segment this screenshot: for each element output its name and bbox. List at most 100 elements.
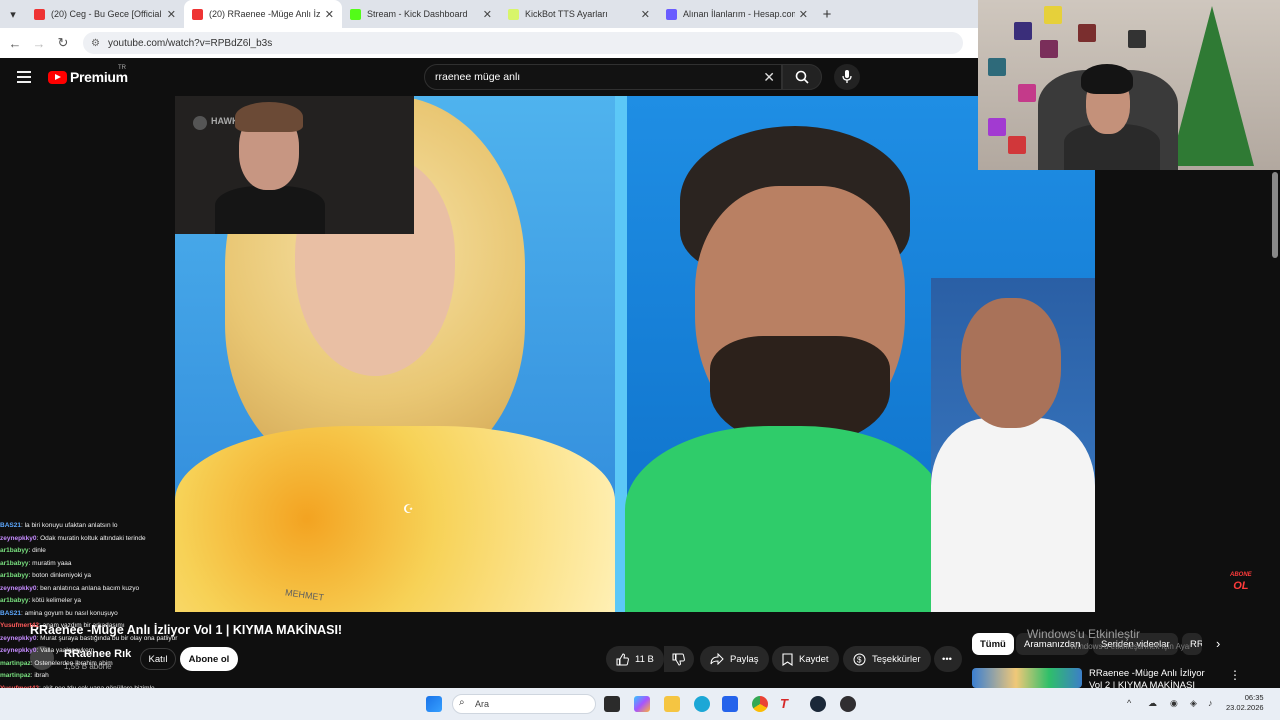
back-arrow-icon[interactable]: ← (3, 36, 27, 51)
tab-close-icon[interactable]: ✕ (483, 8, 492, 21)
chat-username: Yusufmert42 (0, 622, 40, 629)
tab-close-icon[interactable]: ✕ (325, 8, 334, 21)
url-field[interactable]: ⚙ youtube.com/watch?v=RPBdZ6l_b3s (83, 32, 963, 54)
obs-icon[interactable] (840, 696, 856, 712)
recommended-thumbnail[interactable] (972, 668, 1082, 688)
tray-chevron-icon[interactable]: ^ (1127, 698, 1131, 708)
like-button[interactable]: 11 B (606, 646, 664, 672)
tray-volume-icon[interactable]: ♪ (1208, 698, 1213, 708)
chat-username: zeynepkky0 (0, 534, 37, 542)
menu-icon[interactable] (17, 71, 31, 83)
chat-message: martinpaz: Ostenelerden Ibrahim abim (0, 658, 180, 671)
browser-tab[interactable]: Stream - Kick Dashboard ✕ (342, 0, 500, 28)
more-actions-button[interactable]: ••• (934, 646, 962, 672)
streamer-webcam-overlay: HAWK (175, 96, 414, 234)
chat-message: BAS21: amina goyum bu nasıl konuşuyo (0, 608, 180, 621)
thumbs-down-icon (672, 653, 685, 666)
chat-message: BAS21: la biri konuyu ufaktan anlatsın l… (0, 520, 180, 533)
forward-arrow-icon[interactable]: → (27, 36, 51, 51)
tab-close-icon[interactable]: ✕ (641, 8, 650, 21)
tab-title: (20) Ceg - Bu Gece [Official Vid (51, 9, 163, 19)
taskbar-search[interactable]: Ara (452, 694, 596, 714)
chips-next-icon[interactable]: › (1216, 636, 1220, 651)
chat-message: zeynepkky0: Odak muratin koltuk altındak… (0, 533, 180, 546)
search-input[interactable]: rraenee müge anlı ✕ (424, 64, 782, 90)
steam-icon[interactable] (810, 696, 826, 712)
dislike-button[interactable] (664, 646, 694, 672)
share-icon (710, 653, 724, 665)
tray-network-icon[interactable]: ◉ (1170, 698, 1178, 709)
search-icon (795, 70, 809, 84)
voice-search-button[interactable] (834, 64, 860, 90)
woman-dress (175, 426, 615, 612)
chat-text: : ibrah (30, 672, 49, 679)
thanks-button[interactable]: $ Teşekkürler (843, 646, 931, 672)
chat-text: : dinle (28, 547, 46, 554)
hesap-favicon-icon (666, 8, 677, 20)
tray-app-icon[interactable]: ☁ (1148, 698, 1157, 709)
youtube-play-icon (48, 70, 67, 84)
poster (988, 58, 1006, 76)
chat-username: zeynepkky0 (0, 647, 37, 654)
clear-search-icon[interactable]: ✕ (763, 69, 775, 86)
chat-username: zeynepkky0 (0, 634, 37, 642)
recommended-more-icon[interactable]: ⋮ (1229, 668, 1241, 682)
poster (1078, 24, 1096, 42)
tray-wifi-icon[interactable]: ◈ (1190, 698, 1197, 709)
poster (1008, 136, 1026, 154)
taskbar-clock[interactable]: 06:35 23.02.2026 (1226, 693, 1264, 713)
chip-all[interactable]: Tümü (972, 633, 1014, 655)
share-button[interactable]: Paylaş (700, 646, 769, 672)
youtube-header: Premium TR rraenee müge anlı ✕ (0, 58, 978, 96)
file-explorer-icon[interactable] (664, 696, 680, 712)
tab-title: KickBot TTS Ayarları (525, 9, 608, 19)
reload-icon[interactable]: ↻ (51, 35, 75, 51)
windows-start-icon[interactable] (426, 696, 442, 712)
chat-username: zeynepkky0 (0, 584, 37, 592)
chat-username: martinpaz (0, 659, 31, 667)
chat-message: martinpaz: ibrah (0, 670, 180, 683)
store-icon[interactable] (722, 696, 738, 712)
browser-tab-active[interactable]: (20) RRaenee -Müge Anlı İzliyor ✕ (184, 0, 342, 28)
chat-message: zeynepkky0: Murat şuraya bastığında bu b… (0, 633, 180, 646)
chat-text: : boton dinlemiyoki ya (28, 572, 92, 579)
webcam-body (215, 186, 325, 234)
tab-close-icon[interactable]: ✕ (167, 8, 176, 21)
browser-tab[interactable]: Alınan İlanlarım - Hesap.com.tr ✕ (658, 0, 816, 28)
tab-close-icon[interactable]: ✕ (799, 8, 808, 21)
chat-username: ar1babyy (0, 572, 29, 579)
copilot-icon[interactable] (634, 696, 650, 712)
chat-username: BAS21 (0, 609, 21, 617)
chrome-icon[interactable] (752, 696, 768, 712)
poster (1040, 40, 1058, 58)
edge-icon[interactable] (694, 696, 710, 712)
windows-activation-sub: Windows'u etkinleştirmek için Ayarlar'a … (1070, 642, 1190, 651)
youtube-favicon-icon (192, 8, 203, 20)
tab-search-icon[interactable]: ▾ (0, 0, 26, 28)
chat-message: ar1babyy: boton dinlemiyoki ya (0, 570, 180, 583)
chat-text: : ben anlatırıca anlana bacım kuzyo (36, 584, 140, 592)
chat-text: : amina goyum bu nasıl konuşuyo (20, 609, 118, 617)
youtube-favicon-icon (34, 8, 45, 20)
subscribe-button[interactable]: Abone ol (180, 647, 238, 671)
site-info-icon[interactable]: ⚙ (91, 38, 100, 49)
task-view-icon[interactable] (604, 696, 620, 712)
youtube-premium-logo[interactable]: Premium TR (48, 65, 128, 85)
search-query: rraenee müge anlı (435, 71, 521, 83)
tab-title: Alınan İlanlarım - Hesap.com.tr (683, 9, 795, 19)
chat-text: : Valla yaalapoykem (36, 647, 95, 654)
chat-message: zeynepkky0: Valla yaalapoykem (0, 645, 180, 658)
kick-favicon-icon (350, 8, 361, 20)
save-button[interactable]: Kaydet (772, 646, 839, 672)
video-player[interactable]: ☪ MEHMET HAWK (175, 96, 1095, 612)
browser-tab[interactable]: (20) Ceg - Bu Gece [Official Vid ✕ (26, 0, 184, 28)
search-button[interactable] (782, 64, 822, 90)
camera-person-hair (1081, 64, 1133, 94)
page-scrollbar[interactable] (1272, 172, 1278, 258)
new-tab-button[interactable]: + (816, 6, 838, 23)
crescent-star-icon: ☪ (403, 502, 414, 516)
browser-tab[interactable]: KickBot TTS Ayarları ✕ (500, 0, 658, 28)
text-editor-icon[interactable]: T (780, 696, 796, 712)
poster (1014, 22, 1032, 40)
webcam-hair (235, 102, 303, 132)
